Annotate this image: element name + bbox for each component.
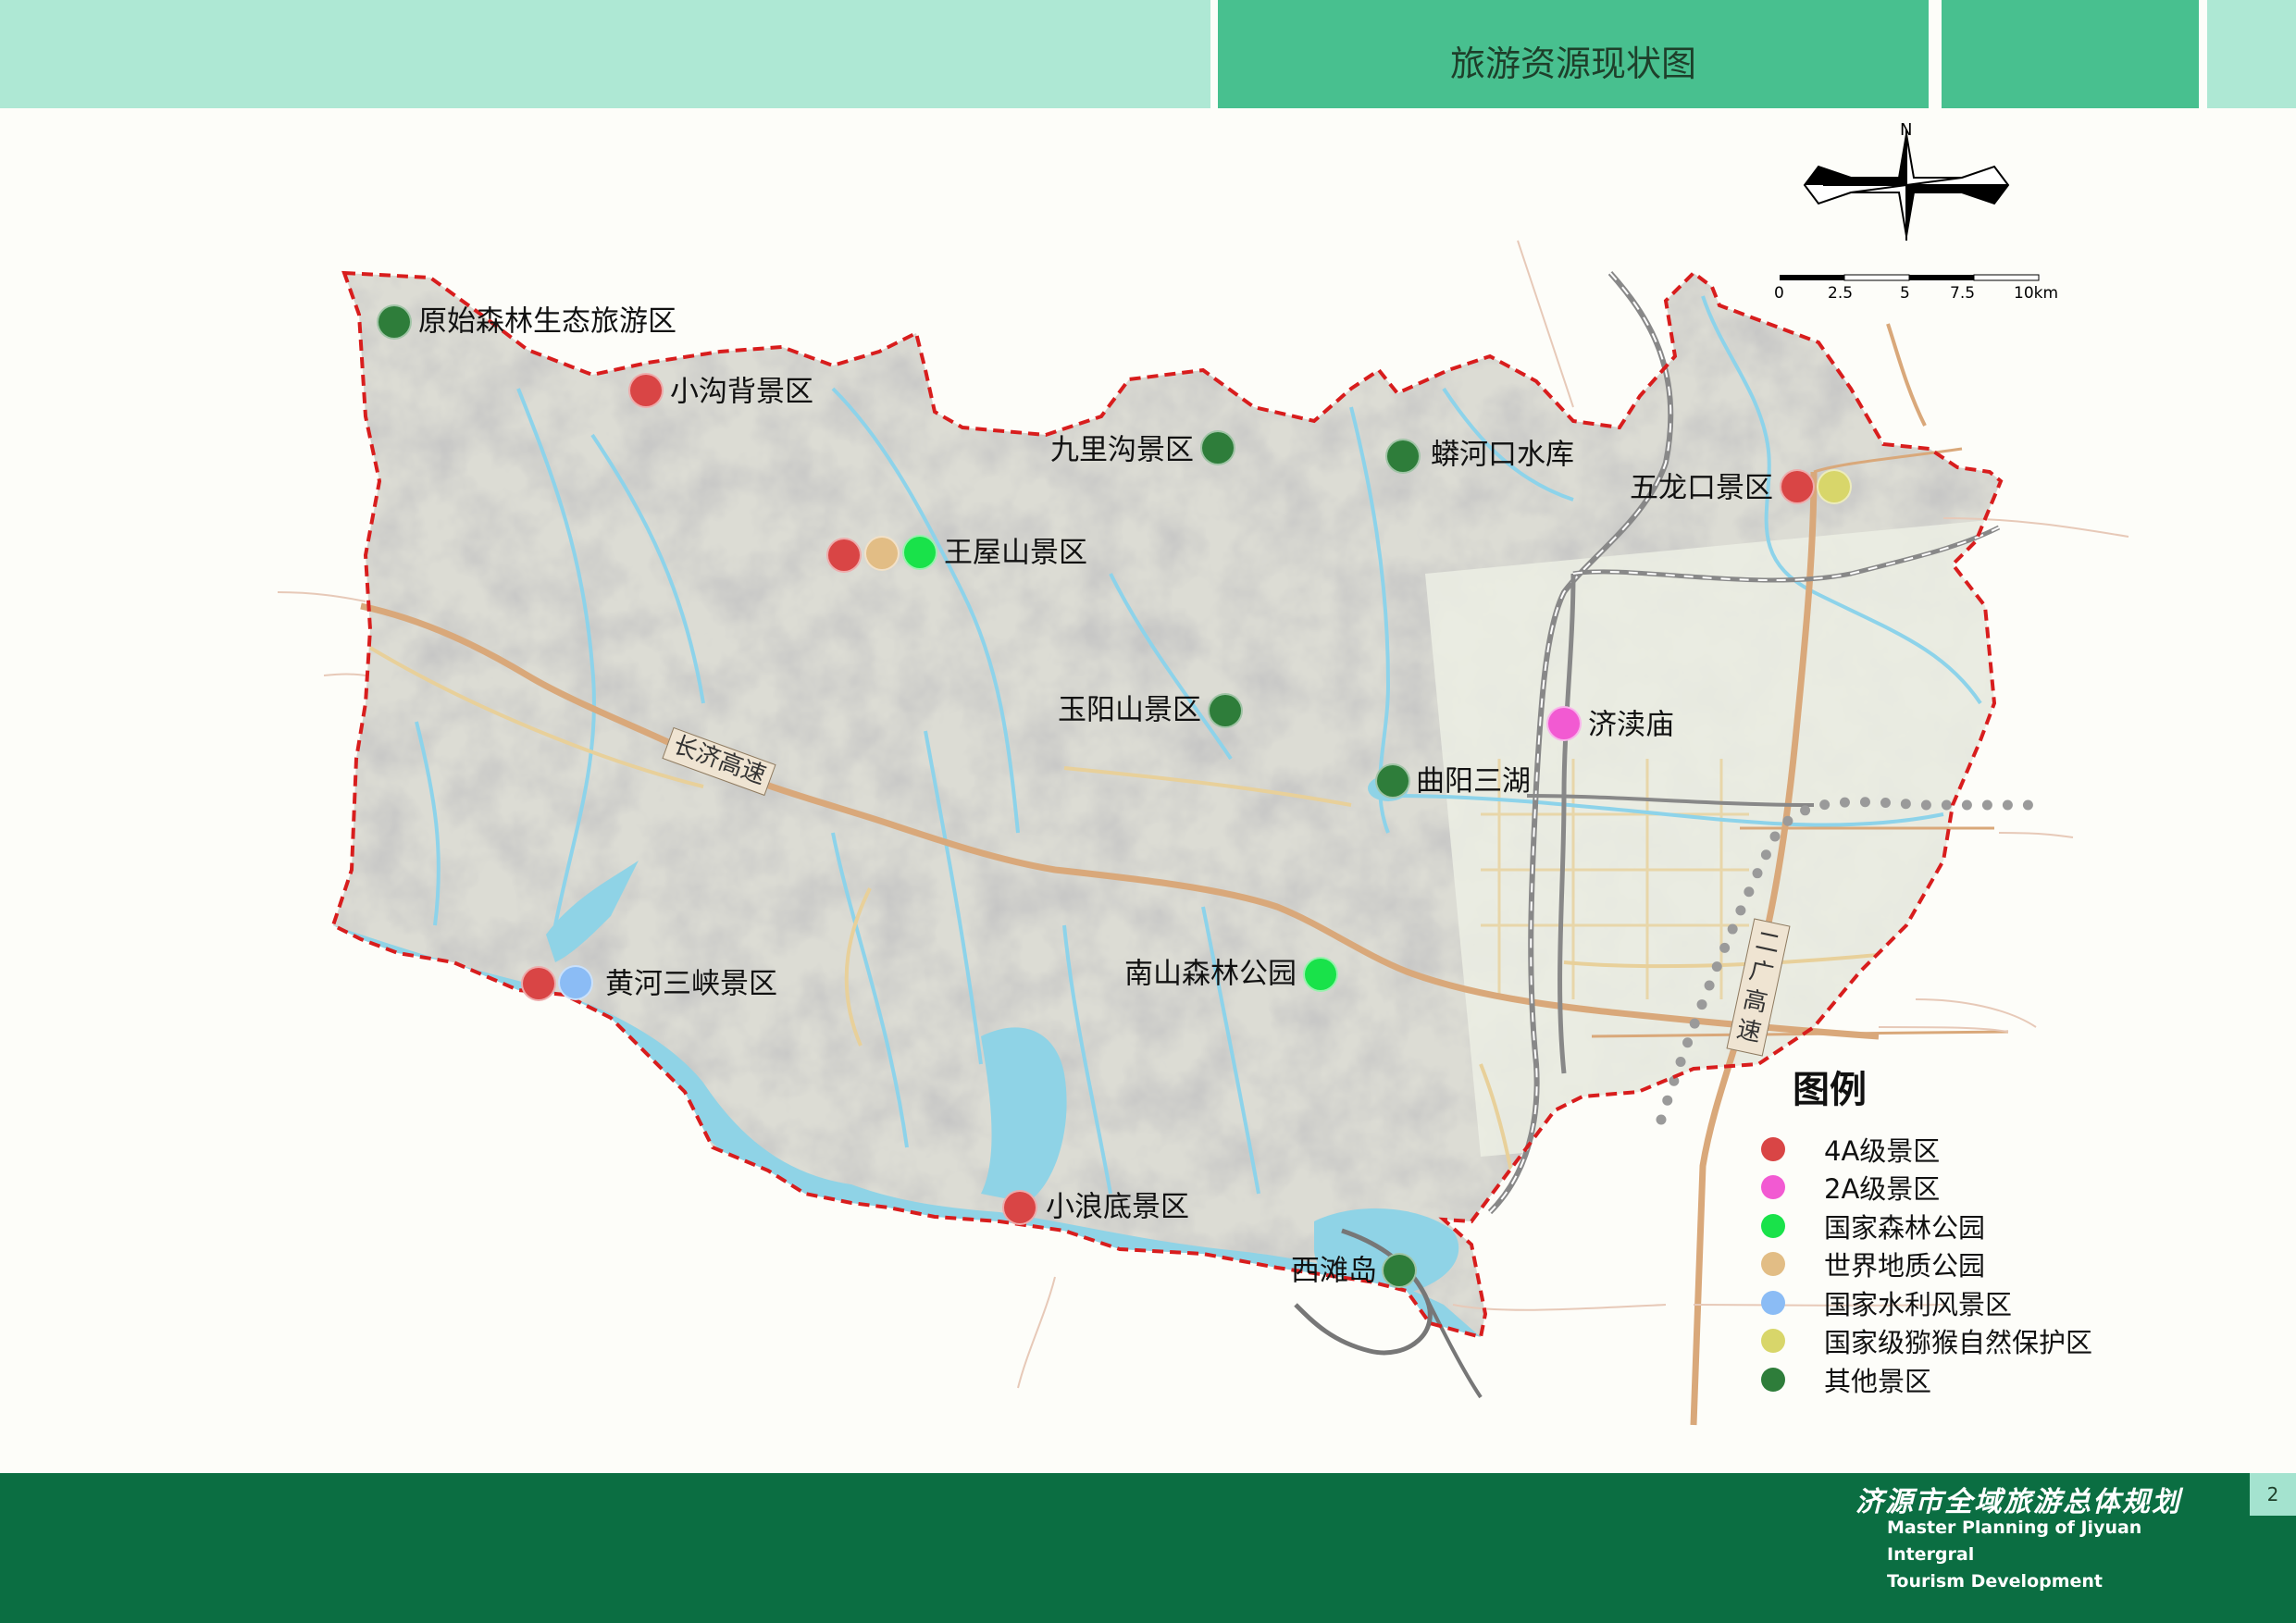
spot-marker-other xyxy=(1208,693,1243,728)
spot-marker-4a xyxy=(1002,1190,1037,1225)
spot-marker-other xyxy=(1382,1253,1417,1288)
legend-item-4a: 4A级景区 xyxy=(1758,1130,2092,1169)
spot-marker-4a xyxy=(521,966,556,1001)
spot-label: 西滩岛 xyxy=(1291,1254,1377,1288)
header-band-mid xyxy=(1942,0,2199,108)
spot-marker-macaque xyxy=(1817,469,1852,504)
page-title: 旅游资源现状图 xyxy=(1449,43,1696,84)
legend-title: 图例 xyxy=(1793,1069,1867,1111)
scale-tick-4: 10km xyxy=(2014,284,2059,303)
spot-marker-other xyxy=(1200,430,1235,465)
legend-label: 2A级景区 xyxy=(1824,1173,1941,1206)
spot-label: 蟒河口水库 xyxy=(1431,438,1574,472)
page-number: 2 xyxy=(2250,1473,2296,1516)
spot-label: 九里沟景区 xyxy=(1050,433,1194,467)
legend-item-2a: 2A级景区 xyxy=(1758,1169,2092,1208)
legend-label: 4A级景区 xyxy=(1824,1134,1941,1167)
spot-marker-other xyxy=(377,304,412,340)
scale-tick-3: 7.5 xyxy=(1950,284,1976,303)
spot-label: 南山森林公园 xyxy=(1124,957,1297,991)
header-band-right xyxy=(2207,0,2296,108)
footer-title-en: Master Planning of Jiyuan Intergral Tour… xyxy=(1887,1515,2181,1595)
spot-label: 曲阳三湖 xyxy=(1416,764,1531,799)
spot-marker-2a xyxy=(1546,706,1582,741)
scale-tick-2: 5 xyxy=(1900,284,1910,303)
spot-label: 济渎庙 xyxy=(1588,708,1674,742)
legend-dot-icon xyxy=(1761,1175,1785,1200)
footer-title-cn: 济源市全域旅游总体规划 xyxy=(1855,1486,2181,1518)
spot-label: 小沟背景区 xyxy=(670,375,813,409)
legend-label: 国家森林公园 xyxy=(1824,1211,1986,1244)
scale-tick-0: 0 xyxy=(1774,284,1784,303)
legend-label: 国家水利风景区 xyxy=(1824,1288,2013,1320)
north-label: N xyxy=(1900,120,1913,140)
legend-dot-icon xyxy=(1761,1367,1785,1392)
spot-label: 五龙口景区 xyxy=(1630,471,1773,505)
spot-marker-4a xyxy=(1780,469,1815,504)
spot-marker-other xyxy=(1385,439,1421,474)
legend-item-geopark: 世界地质公园 xyxy=(1758,1245,2092,1284)
legend-item-macaque-reserve: 国家级猕猴自然保护区 xyxy=(1758,1322,2092,1361)
spot-marker-geopark xyxy=(864,536,900,571)
spot-marker-4a xyxy=(826,538,862,573)
scale-tick-1: 2.5 xyxy=(1828,284,1854,303)
legend-dot-icon xyxy=(1761,1252,1785,1277)
compass-rose-icon xyxy=(1803,130,2010,241)
footer-title-en-line2: Tourism Development xyxy=(1887,1571,2104,1592)
spot-label: 小浪底景区 xyxy=(1046,1190,1189,1224)
legend-label: 其他景区 xyxy=(1824,1365,1932,1397)
legend-label: 世界地质公园 xyxy=(1824,1250,1986,1282)
spot-marker-forest xyxy=(1303,957,1338,992)
spot-label: 原始森林生态旅游区 xyxy=(418,304,676,339)
spot-marker-4a xyxy=(628,373,664,408)
spot-marker-other xyxy=(1375,763,1410,799)
legend-dot-icon xyxy=(1761,1290,1785,1315)
spot-label: 黄河三峡景区 xyxy=(605,967,777,1001)
spot-label: 王屋山景区 xyxy=(944,536,1087,570)
spot-label: 玉阳山景区 xyxy=(1058,693,1201,727)
spot-marker-forest xyxy=(902,535,937,570)
legend-dot-icon xyxy=(1761,1213,1785,1238)
legend-item-water-scenic: 国家水利风景区 xyxy=(1758,1283,2092,1322)
legend-item-forest-park: 国家森林公园 xyxy=(1758,1207,2092,1245)
legend-item-other: 其他景区 xyxy=(1758,1360,2092,1399)
spot-marker-water xyxy=(558,965,593,1000)
footer-title-en-line1: Master Planning of Jiyuan Intergral xyxy=(1887,1518,2142,1565)
map-legend: 图例 4A级景区 2A级景区 国家森林公园 世界地质公园 国家水利风景区 国家级… xyxy=(1758,1059,2092,1399)
legend-dot-icon xyxy=(1761,1136,1785,1161)
legend-dot-icon xyxy=(1761,1329,1785,1354)
header-band-left xyxy=(0,0,1210,108)
scale-bar xyxy=(1780,274,2040,281)
legend-label: 国家级猕猴自然保护区 xyxy=(1824,1327,2093,1359)
